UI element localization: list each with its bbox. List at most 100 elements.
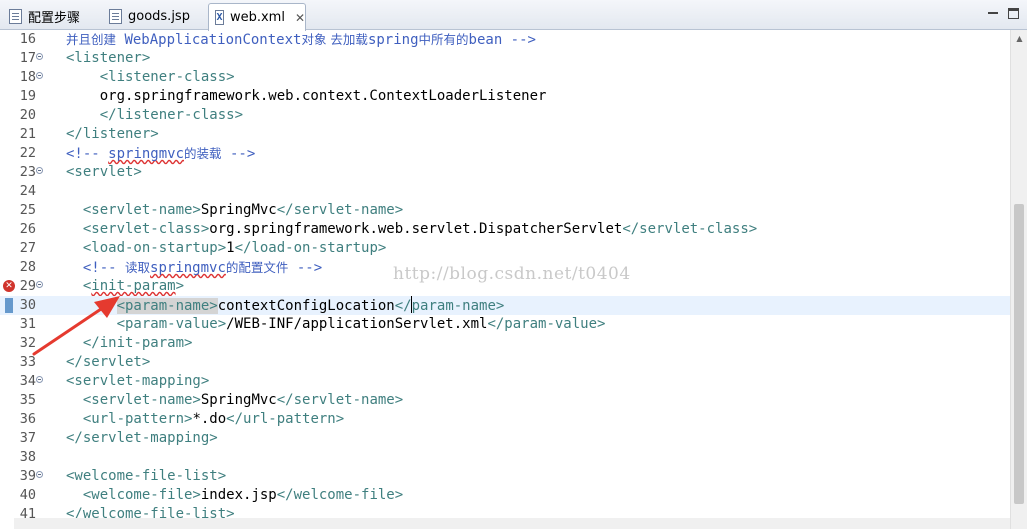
tab-web-xml[interactable]: X web.xml ✕ (208, 3, 306, 31)
fold-icon[interactable] (36, 167, 43, 174)
xml-comment: 的装载 (184, 146, 222, 161)
code-text: </servlet> (66, 353, 150, 372)
code-line[interactable]: 40 <welcome-file>index.jsp</welcome-file… (0, 486, 1010, 505)
code-line[interactable]: 18 <listener-class> (0, 68, 1010, 87)
line-number: 35 (19, 392, 36, 408)
code-text: <param-name>contextConfigLocation</param… (66, 296, 504, 316)
xml-tag: <servlet-class> (82, 221, 210, 237)
horizontal-scrollbar[interactable] (14, 518, 1010, 529)
xml-comment: 并且创建 (66, 32, 117, 47)
code-line[interactable]: 38 (0, 448, 1010, 467)
tab-goods-jsp[interactable]: goods.jsp (102, 3, 206, 30)
xml-tag: <listener-class> (99, 69, 235, 85)
xml-comment: 读取 (125, 260, 151, 275)
code-text: <param-value>/WEB-INF/applicationServlet… (66, 315, 606, 334)
xml-comment: 对象 去加载 (301, 32, 368, 47)
code-line[interactable]: 31 <param-value>/WEB-INF/applicationServ… (0, 315, 1010, 334)
maximize-icon[interactable] (1004, 4, 1022, 22)
xml-text (66, 221, 83, 237)
code-text: <!-- 读取springmvc的配置文件 --> (66, 258, 322, 278)
code-line[interactable]: 35 <servlet-name>SpringMvc</servlet-name… (0, 391, 1010, 410)
xml-text (66, 487, 83, 503)
xml-comment: --> (221, 146, 256, 162)
line-number: 29 (19, 278, 36, 294)
code-line[interactable]: 25 <servlet-name>SpringMvc</servlet-name… (0, 201, 1010, 220)
editor-tab-bar: 配置步骤 goods.jsp X web.xml ✕ (0, 0, 1027, 31)
xml-tag: </listener> (66, 126, 159, 142)
xml-tag: </ (394, 298, 412, 314)
line-number: 31 (19, 316, 36, 332)
xml-tag: <welcome-file> (82, 487, 201, 503)
code-text: </listener> (66, 125, 159, 144)
code-text: </init-param> (66, 334, 193, 353)
code-line[interactable]: 26 <servlet-class>org.springframework.we… (0, 220, 1010, 239)
xml-comment: springmvc (108, 146, 185, 162)
scrollbar-thumb[interactable] (1014, 204, 1024, 504)
code-text: <welcome-file-list> (66, 467, 226, 486)
scroll-up-icon[interactable]: ▲ (1011, 30, 1027, 46)
xml-tag: </servlet-class> (622, 221, 758, 237)
xml-tag: <welcome-file-list> (66, 468, 227, 484)
code-text: <welcome-file>index.jsp</welcome-file> (66, 486, 403, 505)
xml-tag: </servlet-mapping> (66, 430, 218, 446)
code-text: <init-param> (66, 277, 184, 296)
code-line[interactable]: 24 (0, 182, 1010, 201)
tab-label: goods.jsp (128, 9, 190, 24)
line-number: 27 (19, 240, 36, 256)
code-text: <servlet-name>SpringMvc</servlet-name> (66, 201, 403, 220)
line-number: 36 (19, 411, 36, 427)
code-line[interactable]: 21 </listener> (0, 125, 1010, 144)
code-text: </listener-class> (66, 106, 243, 125)
fold-icon[interactable] (36, 376, 43, 383)
xml-comment: 的配置文件 (225, 260, 289, 275)
xml-tag: </init-param> (82, 335, 193, 351)
xml-tag: </param-value> (487, 316, 606, 332)
line-number: 40 (19, 487, 36, 503)
tab-config-steps[interactable]: 配置步骤 (2, 3, 100, 30)
xml-text: contextConfigLocation (217, 298, 395, 314)
code-line[interactable]: 37 </servlet-mapping> (0, 429, 1010, 448)
line-number: 16 (19, 31, 36, 47)
line-number: 34 (19, 373, 36, 389)
code-line[interactable]: 19 org.springframework.web.context.Conte… (0, 87, 1010, 106)
xml-tag: </servlet-name> (276, 202, 404, 218)
fold-icon[interactable] (36, 281, 43, 288)
xml-tag: <load-on-startup> (82, 240, 227, 256)
xml-text: 1 (226, 240, 235, 256)
code-line[interactable]: 30 <param-name>contextConfigLocation</pa… (0, 296, 1010, 315)
code-text: <servlet-class>org.springframework.web.s… (66, 220, 757, 239)
vertical-scrollbar[interactable]: ▲ (1010, 30, 1027, 529)
code-line[interactable]: 27 <load-on-startup>1</load-on-startup> (0, 239, 1010, 258)
xml-tag: </load-on-startup> (234, 240, 387, 256)
code-line[interactable]: 32 </init-param> (0, 334, 1010, 353)
code-line[interactable]: 16 并且创建 WebApplicationContext对象 去加载spring… (0, 30, 1010, 49)
code-text: <!-- springmvc的装载 --> (66, 144, 255, 164)
xml-comment: spring (367, 32, 419, 48)
xml-tag: <servlet-name> (82, 392, 201, 408)
xml-comment: <!-- (82, 260, 126, 276)
code-line[interactable]: 34 <servlet-mapping> (0, 372, 1010, 391)
line-number: 37 (19, 430, 36, 446)
code-line[interactable]: 22 <!-- springmvc的装载 --> (0, 144, 1010, 163)
code-line[interactable]: 33 </servlet> (0, 353, 1010, 372)
line-number: 18 (19, 69, 36, 85)
code-line[interactable]: 23 <servlet> (0, 163, 1010, 182)
code-line[interactable]: 17 <listener> (0, 49, 1010, 68)
xml-tag: </servlet> (66, 354, 151, 370)
code-text: 并且创建 WebApplicationContext对象 去加载spring中所… (66, 30, 536, 50)
watermark: http://blog.csdn.net/t0404 (393, 264, 631, 284)
code-editor[interactable]: 16 并且创建 WebApplicationContext对象 去加载spring… (0, 30, 1027, 529)
code-line[interactable]: 39 <welcome-file-list> (0, 467, 1010, 486)
fold-icon[interactable] (36, 471, 43, 478)
code-line[interactable]: 20 </listener-class> (0, 106, 1010, 125)
fold-icon[interactable] (36, 72, 43, 79)
xml-text: SpringMvc (200, 202, 277, 218)
close-icon[interactable]: ✕ (295, 12, 305, 24)
code-text: </servlet-mapping> (66, 429, 218, 448)
xml-tag: </listener-class> (99, 107, 244, 123)
xml-tag: </servlet-name> (276, 392, 404, 408)
fold-icon[interactable] (36, 53, 43, 60)
xml-text (66, 411, 83, 427)
code-line[interactable]: 36 <url-pattern>*.do</url-pattern> (0, 410, 1010, 429)
minimize-icon[interactable] (984, 4, 1002, 22)
